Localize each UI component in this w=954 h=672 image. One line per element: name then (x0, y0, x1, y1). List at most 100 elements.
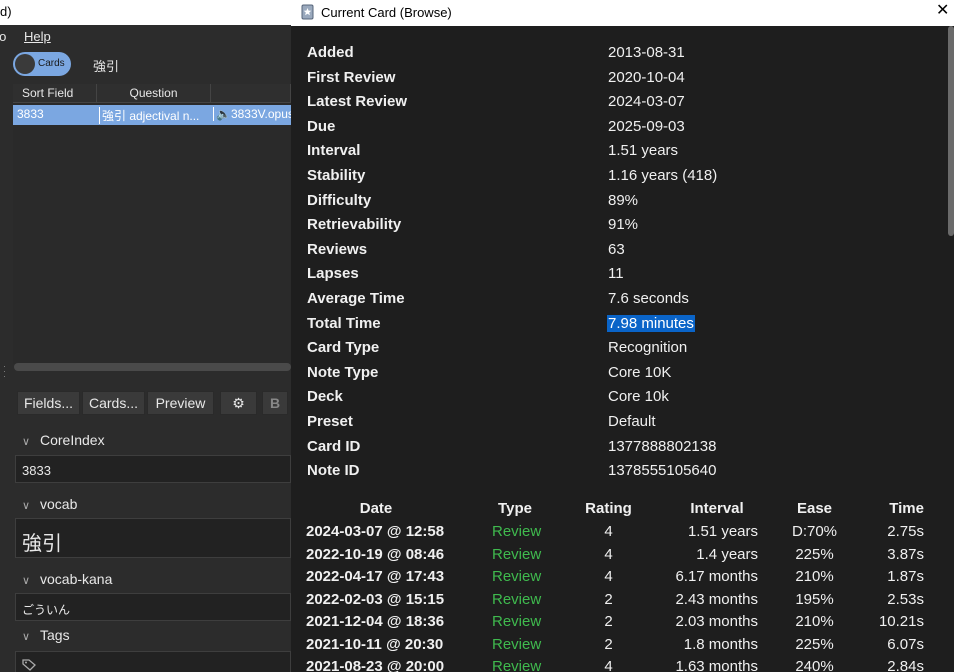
stat-label: Reviews (307, 240, 368, 258)
review-log-table: Date Type Rating Interval Ease Time 2024… (306, 497, 936, 672)
cell-sort-field: 3833 (17, 107, 44, 121)
stat-label: Card Type (307, 339, 380, 357)
tags-input[interactable] (15, 651, 291, 672)
gear-button[interactable]: ⚙ (220, 391, 257, 415)
header-time: Time (889, 500, 924, 517)
preview-button[interactable]: Preview (147, 391, 214, 415)
cell-interval: 1.4 years (696, 545, 758, 563)
stat-value[interactable]: 2024-03-07 (608, 93, 685, 110)
fields-button[interactable]: Fields... (17, 391, 80, 415)
dialog-titlebar: Current Card (Browse) ✕ (291, 0, 954, 26)
cell-time: 1.87s (887, 568, 924, 585)
stat-value[interactable]: 7.6 seconds (608, 290, 689, 307)
close-icon[interactable]: ✕ (936, 3, 949, 19)
column-header-extra[interactable] (211, 84, 291, 103)
splitter-grip-icon[interactable]: · · · (3, 362, 7, 381)
chevron-down-icon: ∨ (22, 500, 31, 512)
cell-interval: 6.17 months (675, 568, 758, 585)
stat-label: Due (307, 117, 336, 135)
stat-value[interactable]: 63 (608, 241, 625, 258)
stat-row: Card ID 1377888802138 (307, 436, 927, 461)
stat-value[interactable]: 2025-09-03 (608, 118, 685, 135)
stat-value[interactable]: Recognition (608, 339, 687, 356)
stat-value[interactable]: Default (608, 413, 656, 430)
stat-row: Total Time 7.98 minutes (307, 313, 927, 338)
toggle-knob (15, 54, 35, 74)
browse-title-fragment: d) (0, 4, 12, 19)
cell-question: 強引 adjectival n... (99, 107, 207, 124)
cell-ease: 210% (795, 568, 834, 585)
column-header-question[interactable]: Question (97, 84, 211, 103)
stat-value[interactable]: 1378555105640 (608, 462, 716, 479)
cell-time: 3.87s (887, 545, 924, 563)
field-input-coreindex[interactable]: 3833 (15, 455, 291, 483)
stat-value[interactable]: 1.51 years (608, 142, 678, 159)
cell-type: Review (492, 658, 542, 672)
stat-row: Retrievability 91% (307, 214, 927, 239)
stat-value[interactable]: 2020-10-04 (608, 69, 685, 86)
speaker-icon: 🔈 (216, 107, 231, 121)
cell-rating: 2 (604, 635, 613, 653)
stat-row: Deck Core 10k (307, 386, 927, 411)
stat-value[interactable]: Core 10K (608, 364, 671, 381)
audio-filename: 3833V.opus (230, 107, 291, 121)
stat-value[interactable]: 91% (608, 216, 638, 233)
header-rating: Rating (585, 500, 632, 517)
column-header-sort-field[interactable]: Sort Field (13, 84, 97, 103)
cell-date: 2022-02-03 @ 15:15 (306, 590, 445, 608)
vertical-scrollbar[interactable] (948, 26, 954, 236)
cell-type: Review (492, 635, 542, 653)
field-label-vocab[interactable]: ∨ vocab (22, 496, 77, 512)
stat-value[interactable]: 1.16 years (418) (608, 167, 717, 184)
stat-label: Average Time (307, 289, 405, 307)
cell-time: 6.07s (887, 635, 924, 653)
table-row[interactable]: 3833 強引 adjectival n... 🔈3833V.opus (13, 105, 291, 125)
field-input-vocab-kana[interactable]: ごういん (15, 593, 291, 621)
cell-type: Review (492, 545, 542, 563)
stat-value[interactable]: Core 10k (608, 388, 669, 405)
menu-help[interactable]: Help (24, 29, 51, 44)
stat-row: Reviews 63 (307, 239, 927, 264)
cell-rating: 2 (604, 613, 613, 630)
stat-label: Card ID (307, 437, 361, 455)
gear-icon: ⚙ (232, 395, 245, 411)
field-label-coreindex[interactable]: ∨ CoreIndex (22, 432, 105, 448)
stat-value[interactable]: 2013-08-31 (608, 44, 685, 61)
field-label-tags[interactable]: ∨ Tags (22, 627, 70, 643)
cell-time: 2.84s (887, 658, 924, 672)
stat-label: Difficulty (307, 191, 372, 209)
bold-button[interactable]: B (262, 391, 288, 415)
review-log-row: 2021-10-11 @ 20:30 Review 2 1.8 months 225% 6… (306, 633, 936, 656)
stat-row: Note Type Core 10K (307, 362, 927, 387)
cell-interval: 2.43 months (675, 590, 758, 608)
stat-label: Interval (307, 142, 361, 160)
search-input[interactable]: 強引 (93, 56, 119, 75)
stat-label: Preset (307, 412, 353, 430)
cell-ease: D:70% (791, 523, 838, 540)
stat-value[interactable]: 11 (608, 265, 624, 282)
cards-notes-toggle[interactable]: Cards (13, 52, 71, 76)
menu-go[interactable]: Go (0, 29, 6, 44)
stat-value[interactable]: 89% (608, 192, 638, 209)
review-log-row: 2022-10-19 @ 08:46 Review 4 1.4 years 225% 3.… (306, 543, 936, 566)
review-log-row: 2022-04-17 @ 17:43 Review 4 6.17 months 210%… (306, 565, 936, 588)
card-stats: Added 2013-08-31 First Review 2020-10-04 Lat… (307, 42, 927, 485)
cell-date: 2021-10-11 @ 20:30 (306, 635, 444, 653)
cell-rating: 4 (604, 658, 613, 672)
review-log-row: 2022-02-03 @ 15:15 Review 2 2.43 months 195%… (306, 588, 936, 611)
horizontal-scrollbar[interactable] (14, 363, 291, 371)
field-input-vocab[interactable]: 強引 (15, 518, 291, 558)
stat-value[interactable]: 7.98 minutes (607, 314, 695, 332)
cards-button[interactable]: Cards... (82, 391, 145, 415)
cell-type: Review (492, 568, 542, 585)
cell-ease: 240% (795, 658, 834, 672)
stat-row: Difficulty 89% (307, 190, 927, 215)
field-label-vocab-kana[interactable]: ∨ vocab-kana (22, 571, 112, 587)
stat-row: First Review 2020-10-04 (307, 67, 927, 92)
review-log-row: 2021-12-04 @ 18:36 Review 2 2.03 months 210%… (306, 610, 936, 633)
stat-value[interactable]: 1377888802138 (608, 438, 716, 455)
header-ease: Ease (796, 500, 833, 517)
anki-app-icon (301, 4, 314, 20)
tag-icon (22, 659, 36, 671)
stat-row: Note ID 1378555105640 (307, 460, 927, 485)
